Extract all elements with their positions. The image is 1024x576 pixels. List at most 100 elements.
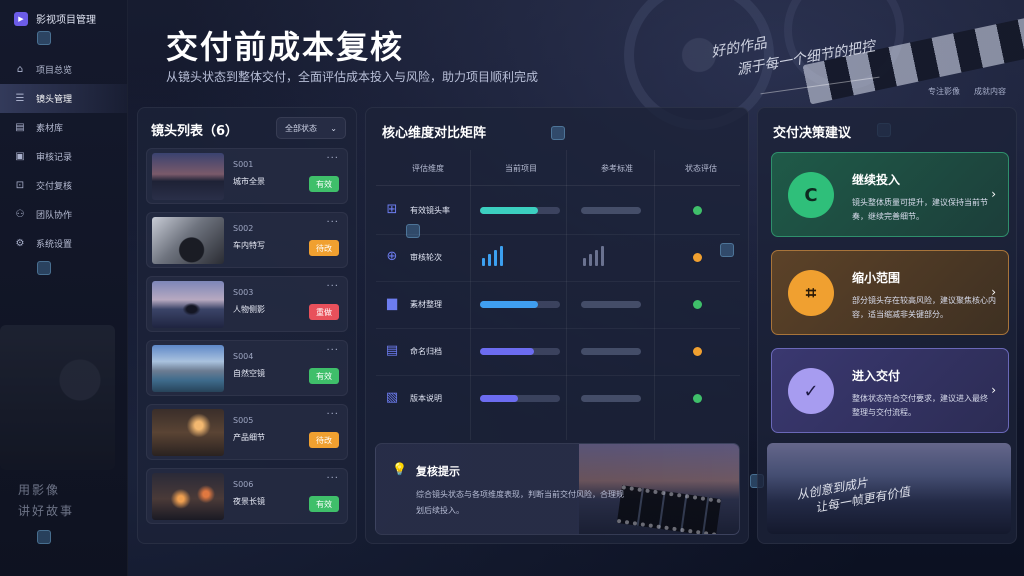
decision-card-narrow[interactable]: ⌗ 缩小范围 部分镜头存在较高风险，建议聚焦核心内容，适当缩减非关键部分。 › xyxy=(771,250,1009,335)
chevron-right-icon: › xyxy=(991,187,996,201)
matrix-header: 评估维度 当前项目 参考标准 状态评估 xyxy=(376,152,740,186)
lake-scene-image: 从创意到成片 让每一帧更有价值 xyxy=(767,443,1011,534)
shot-card[interactable]: S001 城市全景 ··· 有效 xyxy=(146,148,348,204)
column-header: 参考标准 xyxy=(601,164,633,173)
overlay-chip-icon xyxy=(37,261,51,275)
review-tip-card: 💡 复核提示 综合镜头状态与各项维度表现，判断当前交付风险，合理规划后续投入。 xyxy=(375,443,740,535)
spark-bar xyxy=(494,250,497,266)
status-dot xyxy=(693,347,702,356)
sidebar-item-team[interactable]: ⚇ 团队协作 xyxy=(0,200,127,229)
status-filter-select[interactable]: 全部状态 ⌄ xyxy=(276,117,346,139)
sidebar-item-shots[interactable]: ☰ 镜头管理 xyxy=(0,84,127,113)
folder-icon: ▤ xyxy=(15,122,25,133)
shot-thumbnail xyxy=(152,473,224,520)
tagline: 专注影像 成就内容 xyxy=(928,87,1006,96)
list-icon: ☰ xyxy=(15,93,25,104)
more-icon[interactable]: ··· xyxy=(326,281,339,292)
folder-icon: ▆ xyxy=(387,296,397,311)
overlay-chip-icon xyxy=(37,530,51,544)
spark-bar xyxy=(601,246,604,266)
more-icon[interactable]: ··· xyxy=(326,345,339,356)
overlay-chip-icon xyxy=(37,31,51,45)
chevron-right-icon: › xyxy=(991,383,996,397)
app-name: 影视项目管理 xyxy=(36,15,96,26)
matrix-row[interactable]: ▤ 命名归档 xyxy=(376,329,740,376)
shot-card[interactable]: S003 人物侧影 ··· 重做 xyxy=(146,276,348,332)
play-logo-icon: ▶ xyxy=(14,11,28,26)
status-dot xyxy=(693,206,702,215)
sidebar-item-label: 交付复核 xyxy=(36,182,73,192)
shot-card[interactable]: S002 车内特写 ··· 待改 xyxy=(146,212,348,268)
spark-bar xyxy=(589,254,592,266)
sidebar-item-label: 审核记录 xyxy=(36,153,73,163)
more-icon[interactable]: ··· xyxy=(326,217,339,228)
shot-thumbnail xyxy=(152,281,224,328)
page-subtitle: 从镜头状态到整体交付，全面评估成本投入与风险，助力项目顺利完成 xyxy=(166,70,539,84)
sidebar-item-overview[interactable]: ⌂ 项目总览 xyxy=(0,55,127,84)
continue-icon: C xyxy=(788,172,834,218)
sidebar-item-delivery[interactable]: ⊡ 交付复核 xyxy=(0,171,127,200)
matrix-title: 核心维度对比矩阵 xyxy=(382,126,487,141)
sidebar-item-label: 系统设置 xyxy=(36,240,73,250)
sidebar-item-library[interactable]: ▤ 素材库 xyxy=(0,113,127,142)
lightbulb-icon: 💡 xyxy=(392,462,407,476)
current-sparkline xyxy=(482,246,503,266)
matrix-row[interactable]: ▆ 素材整理 xyxy=(376,282,740,329)
shot-list-title: 镜头列表（6） xyxy=(151,124,239,139)
spark-bar xyxy=(488,254,491,266)
shot-card[interactable]: S004 自然空镜 ··· 有效 xyxy=(146,340,348,396)
document-icon: ▤ xyxy=(385,343,399,358)
shot-thumbnail xyxy=(152,153,224,200)
delivery-icon: ⊡ xyxy=(15,180,25,191)
reference-sparkline xyxy=(583,246,604,266)
brand[interactable]: ▶ 影视项目管理 xyxy=(0,0,127,37)
column-header: 状态评估 xyxy=(685,164,717,173)
column-header: 当前项目 xyxy=(505,164,537,173)
current-bar xyxy=(480,395,560,402)
overlay-chip-icon xyxy=(406,224,420,238)
more-icon[interactable]: ··· xyxy=(326,473,339,484)
sidebar-item-reviews[interactable]: ▣ 审核记录 xyxy=(0,142,127,171)
sidebar-slogan: 用影像 讲好故事 xyxy=(18,483,75,518)
gear-icon: ⚙ xyxy=(15,238,25,249)
overlay-chip-icon xyxy=(551,126,565,140)
shot-list-panel: 镜头列表（6） 全部状态 ⌄ S001 城市全景 ··· 有效 S002 车内特… xyxy=(137,107,357,544)
shot-card[interactable]: S005 产品细节 ··· 待改 xyxy=(146,404,348,460)
plus-square-icon: ⊞ xyxy=(386,202,398,217)
crop-icon: ⌗ xyxy=(788,270,834,316)
scene-quote: 从创意到成片 让每一帧更有价值 xyxy=(795,475,912,515)
status-badge: 有效 xyxy=(309,496,339,512)
sidebar-item-settings[interactable]: ⚙ 系统设置 xyxy=(0,229,127,258)
message-icon: ▧ xyxy=(385,390,399,405)
chevron-right-icon: › xyxy=(991,285,996,299)
column-header: 评估维度 xyxy=(412,164,444,173)
matrix-row[interactable]: ⊞ 有效镜头率 xyxy=(376,188,740,235)
sidebar-nav: ⌂ 项目总览 ☰ 镜头管理 ▤ 素材库 ▣ 审核记录 ⊡ 交付复核 ⚇ 团队协作… xyxy=(0,55,127,258)
matrix-row[interactable]: ▧ 版本说明 xyxy=(376,376,740,423)
page-title: 交付前成本复核 xyxy=(166,28,405,66)
team-icon: ⚇ xyxy=(15,209,25,220)
spark-bar xyxy=(500,246,503,266)
decision-card-continue[interactable]: C 继续投入 镜头整体质量可提升，建议保持当前节奏，继续完善细节。 › xyxy=(771,152,1009,237)
matrix-row[interactable]: ⊕ 审核轮次 xyxy=(376,235,740,282)
status-dot xyxy=(693,253,702,262)
more-icon[interactable]: ··· xyxy=(326,409,339,420)
spark-bar xyxy=(482,258,485,266)
shot-card[interactable]: S006 夜景长镜 ··· 有效 xyxy=(146,468,348,524)
sidebar-item-label: 团队协作 xyxy=(36,211,73,221)
reference-bar xyxy=(581,301,641,308)
sidebar-item-label: 项目总览 xyxy=(36,66,73,76)
review-icon: ▣ xyxy=(15,151,25,162)
camera-decoration xyxy=(0,325,115,470)
shot-thumbnail xyxy=(152,217,224,264)
status-badge: 待改 xyxy=(309,432,339,448)
tip-text: 综合镜头状态与各项维度表现，判断当前交付风险，合理规划后续投入。 xyxy=(416,490,624,515)
current-bar xyxy=(480,207,560,214)
sidebar: ▶ 影视项目管理 ⌂ 项目总览 ☰ 镜头管理 ▤ 素材库 ▣ 审核记录 ⊡ 交付… xyxy=(0,0,128,576)
spark-bar xyxy=(595,250,598,266)
more-icon[interactable]: ··· xyxy=(326,153,339,164)
spark-bar xyxy=(583,258,586,266)
status-badge: 有效 xyxy=(309,368,339,384)
reference-bar xyxy=(581,348,641,355)
decision-card-deliver[interactable]: ✓ 进入交付 整体状态符合交付要求，建议进入最终整理与交付流程。 › xyxy=(771,348,1009,433)
